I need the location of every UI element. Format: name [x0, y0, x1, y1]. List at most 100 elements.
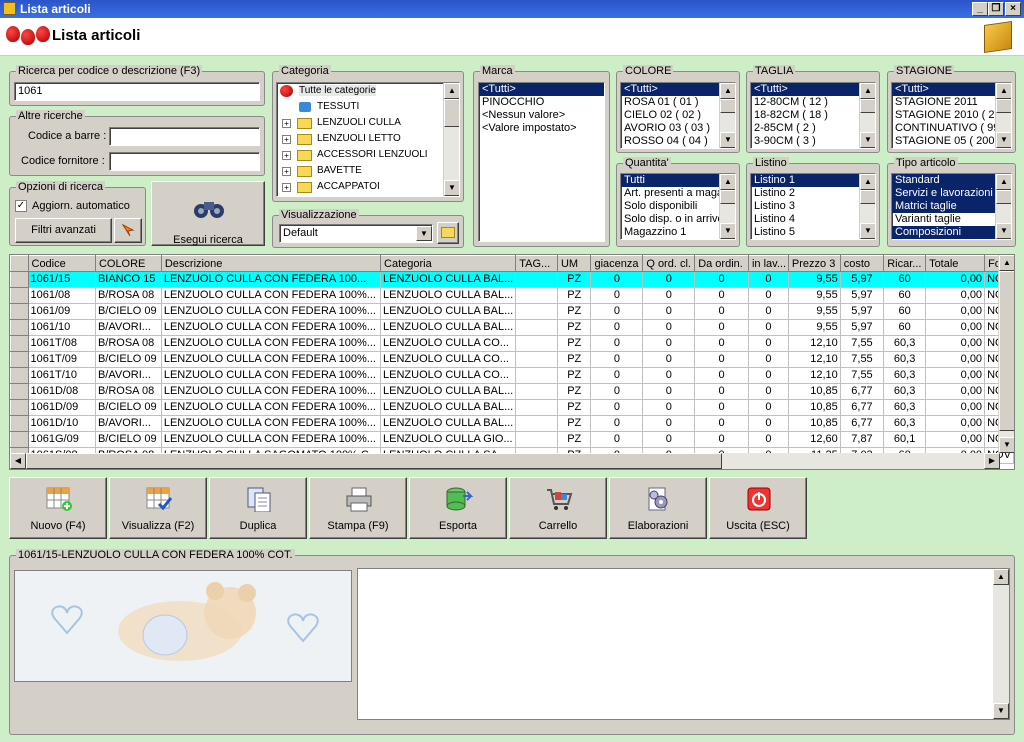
search-input[interactable]: 1061 — [14, 82, 260, 101]
list-item[interactable]: STAGIONE 2011 — [892, 96, 1011, 109]
column-header[interactable]: in lav... — [747, 255, 789, 272]
execute-search-button[interactable]: Esegui ricerca — [151, 181, 265, 246]
category-tree[interactable]: Tutte le categorie TESSUTI + LENZUOLI CUL… — [276, 82, 460, 197]
expand-icon[interactable]: + — [282, 167, 291, 176]
tree-item-tessuti[interactable]: TESSUTI — [277, 99, 459, 115]
processing-button[interactable]: Elaborazioni — [609, 477, 707, 539]
tree-item-lenzuoli-letto[interactable]: + LENZUOLI LETTO — [277, 131, 459, 147]
list-item[interactable]: <Tutti> — [751, 83, 875, 96]
column-header[interactable]: Ricar... — [883, 255, 927, 272]
list-item[interactable]: Tutti — [621, 174, 735, 187]
column-header[interactable]: Descrizione — [160, 255, 382, 272]
scroll-right-icon[interactable]: ▶ — [984, 453, 1000, 469]
scroll-thumb[interactable] — [999, 271, 1014, 431]
season-list[interactable]: <Tutti> STAGIONE 2011 STAGIONE 2010 ( 20… — [891, 82, 1012, 149]
list-item[interactable]: <Valore impostato> — [479, 122, 604, 135]
tree-item-lenzuoli-culla[interactable]: + LENZUOLI CULLA — [277, 115, 459, 131]
scroll-up-icon[interactable]: ▲ — [720, 83, 735, 99]
table-row[interactable]: 1061T/09 B/CIELO 09 LENZUOLO CULLA CON FED… — [10, 351, 1014, 368]
scroll-thumb[interactable] — [26, 453, 722, 469]
scroll-down-icon[interactable]: ▼ — [999, 437, 1014, 453]
table-row[interactable]: 1061/08 B/ROSA 08 LENZUOLO CULLA CON FEDER… — [10, 287, 1014, 304]
column-header[interactable]: Totale — [925, 255, 986, 272]
list-item[interactable]: Art. presenti a magaz — [621, 187, 735, 200]
size-list[interactable]: <Tutti> 12-80CM ( 12 ) 18-82CM ( 18 ) 2-… — [750, 82, 876, 149]
scroll-up-icon[interactable]: ▲ — [860, 83, 875, 99]
column-header[interactable]: Da ordin. — [694, 255, 749, 272]
list-item[interactable]: <Tutti> — [479, 83, 604, 96]
column-header[interactable]: Codice — [27, 255, 96, 272]
row-indicator[interactable] — [10, 335, 29, 352]
row-indicator[interactable] — [10, 383, 29, 400]
row-indicator[interactable] — [10, 287, 29, 304]
category-scrollbar[interactable]: ▲ ▼ — [443, 83, 459, 196]
print-button[interactable]: Stampa (F9) — [309, 477, 407, 539]
scroll-thumb[interactable] — [444, 99, 459, 127]
expand-icon[interactable]: + — [282, 119, 291, 128]
pricelist-scrollbar[interactable]: ▲ ▼ — [859, 174, 875, 239]
column-header[interactable]: Categoria — [380, 255, 517, 272]
list-item[interactable]: Listino 1 — [751, 174, 875, 187]
list-item[interactable]: Servizi e lavorazioni — [892, 187, 1011, 200]
table-row[interactable]: 1061G/09 B/CIELO 09 LENZUOLO CULLA CON FED… — [10, 431, 1014, 448]
quantity-list[interactable]: Tutti Art. presenti a magaz Solo disponi… — [620, 173, 736, 240]
list-item[interactable]: Matrici taglie — [892, 200, 1011, 213]
list-item[interactable]: Magazzino 1 — [621, 226, 735, 239]
list-item[interactable]: STAGIONE 2010 ( 20 — [892, 109, 1011, 122]
scroll-down-icon[interactable]: ▼ — [996, 132, 1011, 148]
list-item[interactable]: <Tutti> — [621, 83, 735, 96]
table-row[interactable]: 1061T/10 B/AVORI... LENZUOLO CULLA CON FED… — [10, 367, 1014, 384]
row-indicator[interactable] — [10, 399, 29, 416]
table-row[interactable]: 1061D/08 B/ROSA 08 LENZUOLO CULLA CON FEDE… — [10, 383, 1014, 400]
expand-icon[interactable]: + — [282, 135, 291, 144]
table-row[interactable]: 1061/15 BIANCO 15 LENZUOLO CULLA CON FEDER… — [10, 271, 1014, 288]
column-header[interactable]: COLORE — [94, 255, 162, 272]
scroll-up-icon[interactable]: ▲ — [999, 255, 1014, 271]
scroll-up-icon[interactable]: ▲ — [444, 83, 459, 99]
row-indicator[interactable] — [10, 415, 29, 432]
export-button[interactable]: Esporta — [409, 477, 507, 539]
supplier-code-input[interactable] — [109, 152, 260, 171]
article-type-scrollbar[interactable]: ▲ ▼ — [995, 174, 1011, 239]
scroll-down-icon[interactable]: ▼ — [996, 223, 1011, 239]
row-indicator[interactable] — [10, 271, 29, 288]
scroll-thumb[interactable] — [996, 99, 1011, 113]
restore-button[interactable]: ❐ — [988, 2, 1004, 16]
view-button[interactable]: Visualizza (F2) — [109, 477, 207, 539]
table-row[interactable]: 1061D/09 B/CIELO 09 LENZUOLO CULLA CON FED… — [10, 399, 1014, 416]
filter-icon-button[interactable] — [114, 218, 142, 243]
list-item[interactable]: ROSSO 04 ( 04 ) — [621, 135, 735, 148]
duplicate-button[interactable]: Duplica — [209, 477, 307, 539]
list-item[interactable]: Composizioni — [892, 226, 1011, 239]
scroll-up-icon[interactable]: ▲ — [996, 83, 1011, 99]
list-item[interactable]: CIELO 02 ( 02 ) — [621, 109, 735, 122]
expand-icon[interactable]: + — [282, 183, 291, 192]
scroll-thumb[interactable] — [720, 190, 735, 204]
tree-item-accappatoi[interactable]: + ACCAPPATOI — [277, 179, 459, 195]
scroll-up-icon[interactable]: ▲ — [996, 174, 1011, 190]
list-item[interactable]: 18-82CM ( 18 ) — [751, 109, 875, 122]
scroll-up-icon[interactable]: ▲ — [860, 174, 875, 190]
list-item[interactable]: AVORIO 03 ( 03 ) — [621, 122, 735, 135]
scroll-down-icon[interactable]: ▼ — [993, 703, 1009, 719]
list-item[interactable]: <Nessun valore> — [479, 109, 604, 122]
notes-textarea[interactable] — [357, 568, 1010, 720]
exit-button[interactable]: Uscita (ESC) — [709, 477, 807, 539]
new-button[interactable]: Nuovo (F4) — [9, 477, 107, 539]
scroll-left-icon[interactable]: ◀ — [10, 453, 26, 469]
scroll-down-icon[interactable]: ▼ — [720, 223, 735, 239]
article-type-list[interactable]: Standard Servizi e lavorazioni Matrici t… — [891, 173, 1012, 240]
list-item[interactable]: Listino 5 — [751, 226, 875, 239]
column-header[interactable]: costo — [839, 255, 885, 272]
list-item[interactable]: Listino 3 — [751, 200, 875, 213]
open-folder-button[interactable] — [437, 222, 459, 244]
list-item[interactable]: Standard — [892, 174, 1011, 187]
brand-list[interactable]: <Tutti> PINOCCHIO <Nessun valore> <Valor… — [478, 82, 605, 242]
scroll-up-icon[interactable]: ▲ — [720, 174, 735, 190]
list-item[interactable]: CONTINUATIVO ( 99 — [892, 122, 1011, 135]
auto-update-checkbox[interactable]: ✓ — [15, 200, 27, 212]
size-scrollbar[interactable]: ▲ ▼ — [859, 83, 875, 148]
row-indicator[interactable] — [10, 303, 29, 320]
list-item[interactable]: Solo disp. o in arrivo — [621, 213, 735, 226]
list-item[interactable]: <Tutti> — [892, 83, 1011, 96]
